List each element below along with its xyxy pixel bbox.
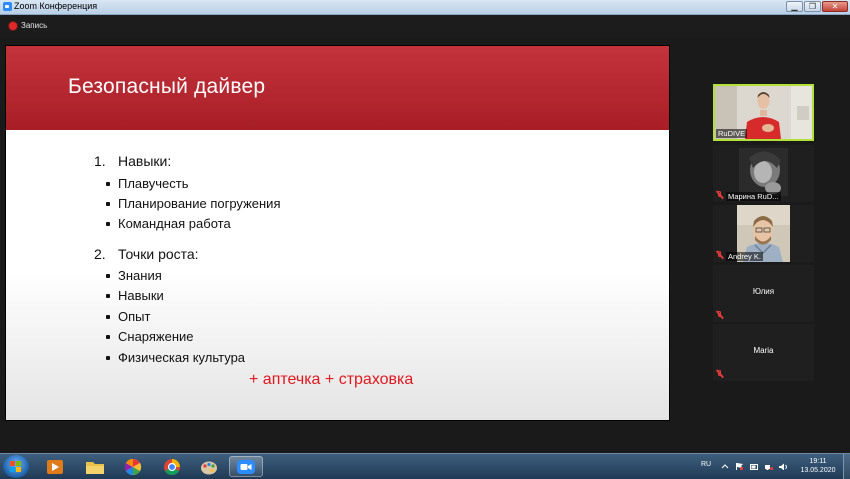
bullet-text: Планирование погружения — [118, 196, 281, 211]
recording-label[interactable]: Запись — [21, 19, 47, 33]
picasa-icon — [124, 458, 142, 475]
taskbar-media-player[interactable] — [38, 456, 72, 477]
section-number: 1. — [94, 153, 106, 169]
recording-icon[interactable] — [9, 22, 17, 30]
clock-date: 13.05.2020 — [800, 467, 836, 474]
clock-time: 19:11 — [809, 458, 827, 465]
minimize-button[interactable]: ▁ — [786, 1, 803, 12]
section-heading: 1. Навыки: — [94, 153, 171, 169]
muted-mic-icon — [716, 251, 724, 259]
bullet-item: Плавучесть — [106, 176, 189, 191]
bullet-text: Плавучесть — [118, 176, 189, 191]
taskbar: RU 19:11 13.05.2020 — [0, 453, 850, 479]
paint-icon — [201, 461, 217, 474]
section-heading-text: Навыки: — [118, 153, 172, 169]
participant-tile[interactable]: Юлия — [713, 265, 814, 322]
participant-name: Юлия — [752, 287, 775, 296]
slide-title: Безопасный дайвер — [68, 75, 266, 98]
bullet-icon — [106, 273, 110, 278]
close-button[interactable]: ✕ — [822, 1, 848, 12]
taskbar-zoom[interactable] — [229, 456, 263, 477]
battery-icon[interactable] — [750, 463, 758, 470]
taskbar-clock[interactable]: 19:11 13.05.2020 — [795, 457, 841, 475]
taskbar-picasa[interactable] — [116, 456, 150, 477]
muted-mic-icon — [716, 311, 724, 319]
bullet-text: Навыки — [118, 288, 164, 303]
bullet-item: Командная работа — [106, 216, 231, 231]
participant-name: Maria — [753, 346, 774, 355]
bullet-item: Опыт — [106, 309, 150, 324]
participant-tile[interactable]: Andrey K. — [713, 205, 814, 262]
bullet-item: Навыки — [106, 288, 164, 303]
bullet-icon — [106, 355, 110, 360]
participant-tile[interactable]: Maria — [713, 324, 814, 381]
participant-name: Andrey K. — [726, 252, 763, 261]
volume-icon[interactable] — [779, 463, 787, 470]
show-hidden-icons-icon[interactable] — [721, 463, 729, 470]
muted-mic-icon — [716, 191, 724, 199]
bullet-text: Командная работа — [118, 216, 231, 231]
start-button[interactable] — [3, 455, 29, 478]
bullet-text: Снаряжение — [118, 329, 194, 344]
network-icon[interactable] — [765, 463, 773, 470]
window-title: Zoom Конференция — [14, 1, 98, 11]
section-heading: 2. Точки роста: — [94, 246, 199, 262]
participant-tile[interactable]: Марина RuD... — [713, 145, 814, 202]
restore-button[interactable]: ❐ — [804, 1, 821, 12]
bullet-text: Физическая культура — [118, 350, 246, 365]
slide-note: + аптечка + страховка — [249, 371, 414, 388]
bullet-icon — [106, 181, 110, 186]
taskbar-explorer[interactable] — [78, 456, 112, 477]
bullet-item: Знания — [106, 268, 162, 283]
chrome-icon — [164, 458, 180, 475]
bullet-item: Планирование погружения — [106, 196, 280, 211]
bullet-item: Снаряжение — [106, 329, 194, 344]
bullet-icon — [106, 201, 110, 206]
bullet-icon — [106, 221, 110, 226]
bullet-item: Физическая культура — [106, 350, 245, 365]
window-title-bar: Zoom Конференция ▁ ❐ ✕ — [0, 0, 850, 15]
bullet-text: Знания — [118, 268, 162, 283]
zoom-icon — [237, 459, 255, 474]
zoom-app-icon — [3, 2, 12, 11]
bullet-icon — [106, 334, 110, 339]
section-heading-text: Точки роста: — [118, 246, 199, 262]
keyboard-language[interactable]: RU — [701, 461, 711, 468]
bullet-icon — [106, 314, 110, 319]
section-number: 2. — [94, 246, 106, 262]
shared-slide: Безопасный дайвер 1. Навыки: Плавучесть П… — [6, 46, 669, 420]
folder-icon — [86, 461, 104, 474]
windows-logo-icon — [10, 461, 22, 472]
bullet-icon — [106, 293, 110, 298]
bullet-text: Опыт — [118, 309, 151, 324]
window-controls: ▁ ❐ ✕ — [786, 1, 848, 12]
taskbar-paint[interactable] — [192, 456, 226, 477]
participant-name: Марина RuD... — [726, 192, 781, 201]
recording-bar: Запись — [0, 15, 850, 37]
participant-video — [739, 148, 788, 196]
media-player-icon — [47, 459, 63, 474]
muted-mic-icon — [716, 370, 724, 378]
participant-tile-active[interactable]: RuDIVE — [713, 84, 814, 141]
action-center-flag-icon[interactable] — [735, 463, 743, 470]
taskbar-chrome[interactable] — [155, 456, 189, 477]
show-desktop-button[interactable] — [843, 454, 850, 479]
slide-header: Безопасный дайвер — [6, 46, 669, 130]
participant-name: RuDIVE — [716, 129, 748, 138]
